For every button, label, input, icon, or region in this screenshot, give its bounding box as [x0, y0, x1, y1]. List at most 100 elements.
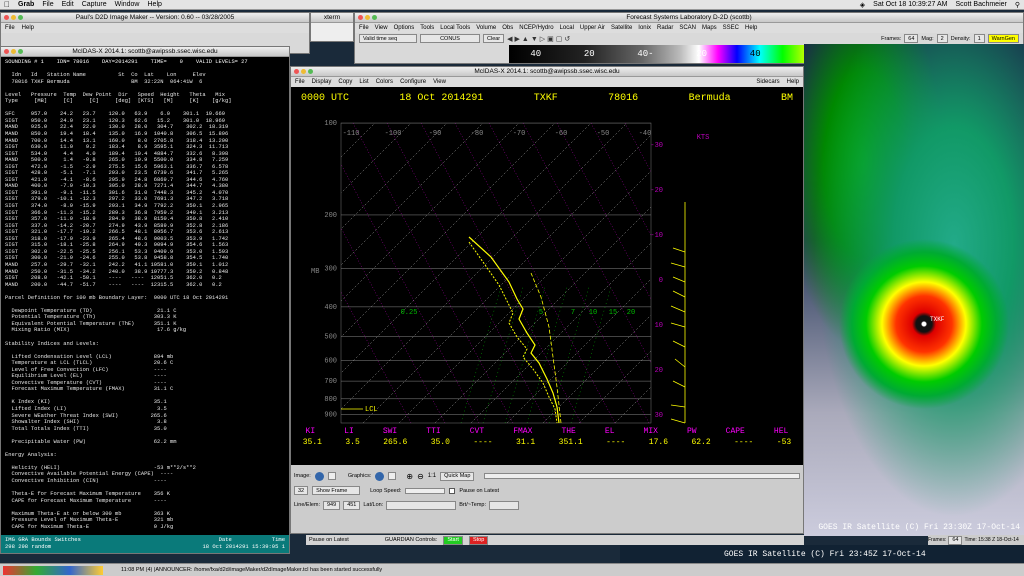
menu-list[interactable]: List: [359, 79, 368, 85]
graphics-options-icon[interactable]: [388, 472, 397, 480]
isotherm: [470, 242, 651, 423]
dry-adiabat: [420, 123, 582, 423]
menu-file[interactable]: File: [42, 1, 53, 8]
wifi-icon[interactable]: ◈: [860, 1, 865, 9]
menu-sidecars[interactable]: Sidecars: [756, 79, 779, 85]
index-label: THE: [561, 427, 576, 436]
image-label: Image:: [294, 473, 311, 479]
status-values: 298 298 random: [5, 543, 52, 550]
warngen-button[interactable]: WarnGen: [987, 34, 1019, 43]
skewt-plot-area[interactable]: 0000 UTC 18 Oct 2014291 TXKF 78016 Bermuda BM…: [291, 87, 803, 465]
temperature-label: -70: [513, 130, 526, 138]
menu-help[interactable]: Help: [787, 79, 799, 85]
zoom-in-icon[interactable]: ⊕: [406, 472, 413, 481]
index-label: SWI: [382, 427, 398, 436]
satellite-caption: GOES IR Satellite (C) Fri 23:30Z 17-Oct-…: [818, 523, 1020, 532]
pause-checkbox[interactable]: [449, 487, 456, 494]
app-name[interactable]: Grab: [18, 1, 34, 8]
taskbar-app-icons[interactable]: [3, 565, 103, 575]
taskbar: 11:08 PM (4) |ANNOUNCER: /home/fxa/d2d/i…: [0, 563, 1024, 576]
image-options-icon[interactable]: [327, 472, 336, 480]
menu-options[interactable]: Options: [394, 25, 415, 31]
isotherm: [341, 123, 628, 410]
menu-tools[interactable]: Tools: [420, 25, 434, 31]
clear-button[interactable]: Clear: [483, 34, 505, 43]
menu-upper-air[interactable]: Upper Air: [580, 25, 605, 31]
menu-radar[interactable]: Radar: [657, 25, 673, 31]
right-temperature-label: 10: [655, 322, 663, 330]
menu-ssec[interactable]: SSEC: [723, 25, 739, 31]
menu-configure[interactable]: Configure: [400, 79, 426, 85]
isotherm: [687, 123, 803, 423]
dry-adiabat: [386, 123, 548, 423]
zoom-reset-icon[interactable]: 1:1: [428, 473, 436, 479]
pause-latest-label[interactable]: Pause on Latest: [309, 537, 349, 543]
mag-select[interactable]: 2: [936, 34, 948, 43]
menu-window[interactable]: Window: [115, 1, 140, 8]
time-label: Time: 15:38 Z 18-Oct-14: [964, 537, 1019, 543]
menu-ncep-hydro[interactable]: NCEP/Hydro: [519, 25, 553, 31]
menu-maps[interactable]: Maps: [702, 25, 717, 31]
menu-copy[interactable]: Copy: [338, 79, 352, 85]
menu-view[interactable]: View: [375, 25, 388, 31]
stop-button[interactable]: Stop: [468, 535, 489, 545]
satellite-image[interactable]: TXKF GOES IR Satellite (C) Fri 23:30Z 17…: [804, 44, 1024, 536]
menu-satellite[interactable]: Satellite: [611, 25, 632, 31]
index-value: 31.1: [516, 438, 536, 447]
apple-icon[interactable]: : [4, 0, 10, 9]
menu-display[interactable]: Display: [312, 79, 332, 85]
menu-capture[interactable]: Capture: [82, 1, 107, 8]
line-value: 949: [323, 500, 341, 510]
index-value: -53: [776, 438, 792, 447]
menu-help[interactable]: Help: [745, 25, 757, 31]
frame-stepper[interactable]: 32: [294, 486, 309, 495]
menu-colors[interactable]: Colors: [376, 79, 393, 85]
menu-view[interactable]: View: [433, 79, 446, 85]
menu-obs[interactable]: Obs: [502, 25, 513, 31]
menu-local[interactable]: Local: [560, 25, 574, 31]
colorbar-label: 20: [583, 49, 595, 59]
loop-speed-label: Loop Speed:: [370, 487, 402, 494]
isotherm: [578, 350, 651, 423]
start-button[interactable]: Start: [443, 535, 463, 545]
status-bar: IMG GRA Bounds Switches Date Time 298 298 …: [1, 535, 289, 553]
menu-file[interactable]: File: [295, 79, 305, 85]
menu-file[interactable]: File: [359, 25, 369, 31]
scale-select[interactable]: CONUS: [420, 34, 480, 43]
clock[interactable]: Sat Oct 18 10:39:27 AM: [873, 1, 947, 9]
index-label: TTI: [426, 427, 441, 436]
frames-select[interactable]: 64: [904, 34, 919, 43]
density-select[interactable]: 1: [973, 34, 985, 43]
menu-volume[interactable]: Volume: [476, 25, 496, 31]
menu-edit[interactable]: Edit: [62, 1, 74, 8]
mixing-ratio-label: 0.25: [401, 309, 418, 317]
loop-speed-slider[interactable]: [405, 487, 446, 494]
slider-track[interactable]: [484, 473, 800, 479]
brt-temp-label: Brt/~Temp:: [459, 502, 487, 508]
search-icon[interactable]: ⚲: [1015, 1, 1020, 9]
lower-frames-panel: Frames: 64 Time: 15:38 Z 18-Oct-14: [928, 535, 1024, 545]
mixing-ratio-line: [548, 286, 590, 423]
isotherm: [434, 206, 651, 423]
frames-value[interactable]: 64: [948, 535, 963, 545]
lower-satellite-caption: GOES IR Satellite (C) Fri 23:45Z 17-Oct-…: [724, 549, 926, 559]
index-value: ----: [473, 438, 493, 447]
valid-time-select[interactable]: Valid time seq: [359, 34, 417, 43]
menu-ionix[interactable]: Ionix: [638, 25, 651, 31]
graphics-toggle-icon[interactable]: [375, 471, 385, 481]
menu-file[interactable]: File: [5, 25, 15, 31]
colorbar-label: 20: [696, 49, 708, 59]
menu-help[interactable]: Help: [148, 1, 162, 8]
zoom-out-icon[interactable]: ⊖: [417, 472, 424, 481]
index-label: LI: [344, 427, 354, 436]
mixing-ratio-label: 20: [627, 309, 635, 317]
toolbar-icons[interactable]: ◀▶▲▼▷▣▢↺: [507, 35, 572, 43]
menu-help[interactable]: Help: [22, 25, 34, 31]
menu-local-tools[interactable]: Local Tools: [440, 25, 470, 31]
lower-control-strip: Pause on Latest GUARDIAN Controls: Start…: [306, 535, 804, 545]
image-toggle-icon[interactable]: [314, 471, 324, 481]
user-name[interactable]: Scott Bachmeier: [956, 1, 1007, 9]
quick-map-button[interactable]: Quick Map: [440, 471, 475, 481]
menu-scan[interactable]: SCAN: [679, 25, 696, 31]
show-frame-button[interactable]: Show Frame: [312, 486, 361, 495]
